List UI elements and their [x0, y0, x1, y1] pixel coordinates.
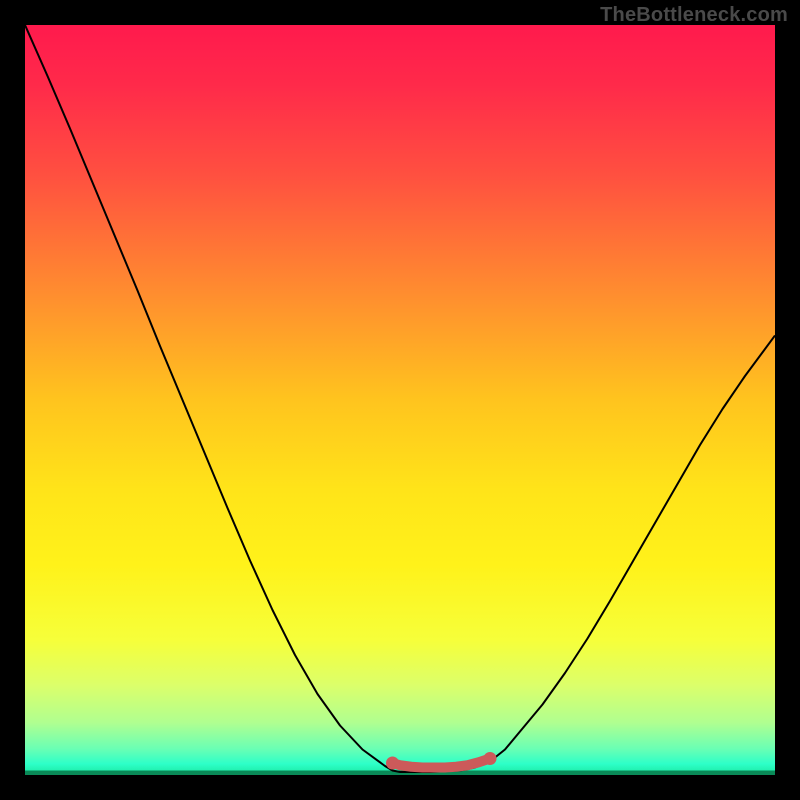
highlight-end-dot — [386, 757, 399, 770]
gradient-background — [25, 25, 775, 775]
plot-area — [25, 25, 775, 775]
plot-svg — [25, 25, 775, 775]
chart-frame: TheBottleneck.com — [0, 0, 800, 800]
highlight-end-dot — [484, 752, 497, 765]
watermark-text: TheBottleneck.com — [600, 4, 788, 27]
